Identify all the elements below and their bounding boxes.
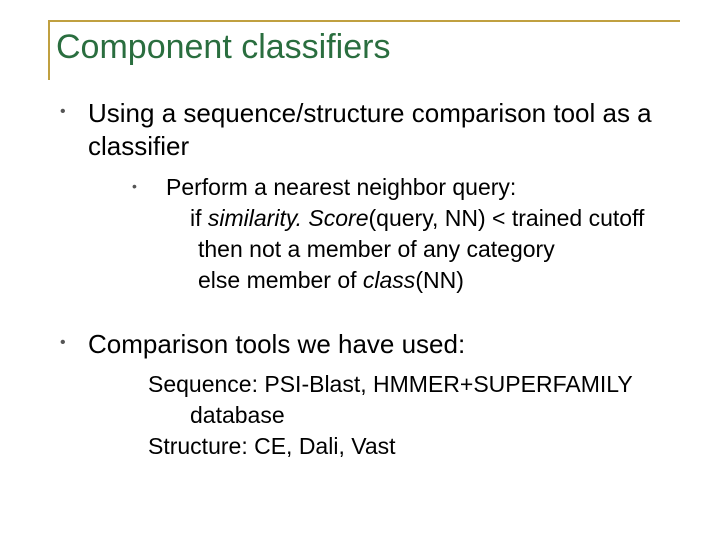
slide-content: • Using a sequence/structure comparison … (0, 77, 720, 462)
spacer (60, 306, 680, 328)
sub-line-4: else member of class(NN) (166, 265, 644, 296)
title-rule-top (48, 20, 680, 22)
bullet-1-sub: • Perform a nearest neighbor query: if s… (132, 172, 680, 296)
sub-line-4-else: else member of (198, 267, 363, 293)
title-area: Component classifiers (0, 0, 720, 77)
struct-line: Structure: CE, Dali, Vast (148, 431, 680, 462)
bullet-2-text: Comparison tools we have used: (88, 328, 465, 361)
bullet-1-text: Using a sequence/structure comparison to… (88, 97, 680, 162)
sub-line-1: Perform a nearest neighbor query: (166, 172, 644, 203)
bullet-2: • Comparison tools we have used: (60, 328, 680, 361)
sub-line-2: if similarity. Score(query, NN) < traine… (166, 203, 644, 234)
sub-line-2-if: if (190, 205, 208, 231)
seq-line-2: database (148, 400, 680, 431)
slide-title: Component classifiers (48, 28, 720, 67)
sub-line-3: then not a member of any category (166, 234, 644, 265)
title-rule-left (48, 20, 50, 80)
bullet-dot-icon: • (132, 172, 166, 296)
sub-line-4-rest: (NN) (415, 267, 464, 293)
bullet-dot-icon: • (60, 97, 88, 162)
bullet-dot-icon: • (60, 328, 88, 361)
bullet-1-sub-block: Perform a nearest neighbor query: if sim… (166, 172, 644, 296)
sub-line-2-rest: (query, NN) < trained cutoff (369, 205, 645, 231)
bullet-1: • Using a sequence/structure comparison … (60, 97, 680, 162)
bullet-2-sub: Sequence: PSI-Blast, HMMER+SUPERFAMILY d… (148, 369, 680, 462)
seq-line-1: Sequence: PSI-Blast, HMMER+SUPERFAMILY (148, 369, 680, 400)
sub-line-4-fn: class (363, 267, 415, 293)
sub-line-2-fn: similarity. Score (208, 205, 369, 231)
